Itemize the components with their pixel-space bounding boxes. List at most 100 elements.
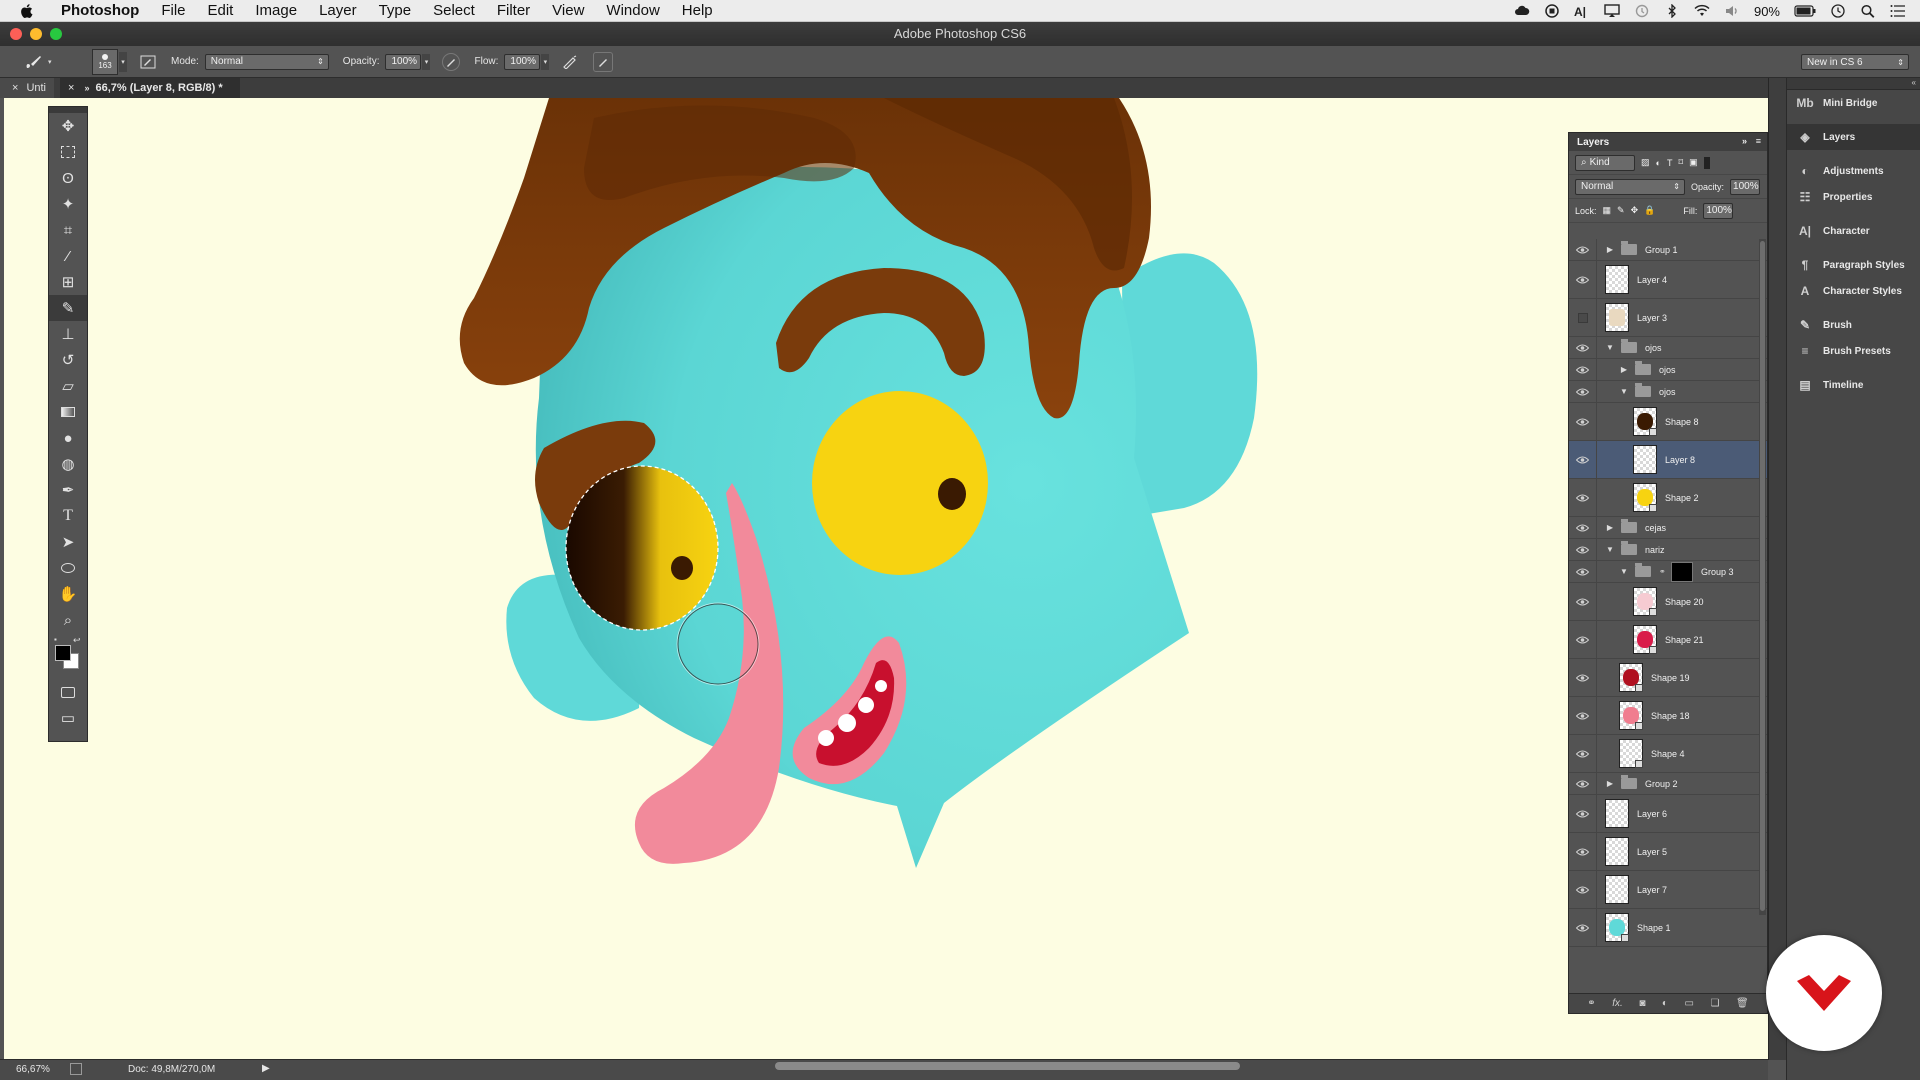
menu-filter[interactable]: Filter bbox=[486, 0, 541, 22]
menu-type[interactable]: Type bbox=[368, 0, 423, 22]
spotlight-icon[interactable] bbox=[1860, 4, 1876, 18]
visibility-toggle[interactable] bbox=[1569, 621, 1597, 658]
layer-row[interactable]: Shape 18 bbox=[1569, 697, 1767, 735]
doc-tab-untitled[interactable]: × Unti bbox=[0, 78, 54, 98]
close-tab-icon[interactable]: × bbox=[12, 82, 18, 94]
lasso-tool[interactable]: ʘ bbox=[49, 165, 87, 191]
fill-field[interactable]: 100% bbox=[1703, 202, 1734, 219]
delete-layer-icon[interactable]: 🗑 bbox=[1736, 998, 1749, 1009]
layer-row[interactable]: Shape 21 bbox=[1569, 621, 1767, 659]
horizontal-scrollbar[interactable] bbox=[775, 1062, 1240, 1070]
dock-item-layers[interactable]: ◈ Layers bbox=[1787, 124, 1920, 150]
apple-icon[interactable] bbox=[18, 2, 36, 20]
time-machine-icon[interactable] bbox=[1634, 4, 1650, 18]
eraser-tool[interactable]: ▱ bbox=[49, 373, 87, 399]
shape-tool[interactable] bbox=[49, 555, 87, 581]
visibility-toggle[interactable] bbox=[1569, 773, 1597, 794]
layer-row[interactable]: Layer 8 bbox=[1569, 441, 1767, 479]
export-icon[interactable] bbox=[70, 1063, 82, 1075]
dock-grip[interactable]: « bbox=[1787, 78, 1920, 90]
type-filter-icon[interactable]: T bbox=[1667, 158, 1673, 168]
toggle-brush-panel-button[interactable] bbox=[139, 54, 157, 70]
visibility-toggle[interactable] bbox=[1569, 735, 1597, 772]
battery-icon[interactable] bbox=[1794, 4, 1816, 18]
layer-row[interactable]: Layer 5 bbox=[1569, 833, 1767, 871]
disclosure-closed-icon[interactable]: ▶ bbox=[1605, 523, 1615, 532]
layer-thumbnail[interactable] bbox=[1633, 407, 1657, 436]
creative-cloud-icon[interactable] bbox=[1514, 4, 1530, 18]
opacity-slider-dropdown[interactable]: ▾ bbox=[422, 53, 431, 70]
visibility-toggle[interactable] bbox=[1569, 909, 1597, 946]
type-tool[interactable]: T bbox=[49, 503, 87, 529]
lock-all-icon[interactable]: 🔒 bbox=[1644, 205, 1655, 216]
menu-app-name[interactable]: Photoshop bbox=[50, 0, 150, 22]
visibility-toggle[interactable] bbox=[1569, 403, 1597, 440]
dock-item-mini-bridge[interactable]: Mb Mini Bridge bbox=[1787, 90, 1920, 116]
brush-preset-picker[interactable]: 163 bbox=[92, 48, 118, 75]
bluetooth-icon[interactable] bbox=[1664, 4, 1680, 18]
dock-item-brush[interactable]: ✎ Brush bbox=[1787, 312, 1920, 338]
visibility-toggle[interactable] bbox=[1569, 539, 1597, 560]
visibility-toggle[interactable] bbox=[1569, 697, 1597, 734]
layer-thumbnail[interactable] bbox=[1605, 799, 1629, 828]
layer-group-row[interactable]: ▶ Group 2 bbox=[1569, 773, 1767, 795]
zoom-tool[interactable]: ⌕ bbox=[49, 607, 87, 633]
layer-row[interactable]: Shape 2 bbox=[1569, 479, 1767, 517]
layer-row[interactable]: Shape 8 bbox=[1569, 403, 1767, 441]
layer-row[interactable]: Layer 7 bbox=[1569, 871, 1767, 909]
doc-tab-active[interactable]: × » 66,7% (Layer 8, RGB/8) * bbox=[60, 78, 240, 98]
filter-toggle-icon[interactable] bbox=[1703, 156, 1710, 169]
menu-file[interactable]: File bbox=[150, 0, 196, 22]
zoom-window-button[interactable] bbox=[50, 28, 62, 40]
record-icon[interactable] bbox=[1544, 4, 1560, 18]
layer-thumbnail[interactable] bbox=[1619, 701, 1643, 730]
blend-mode-select[interactable]: Normal ⇕ bbox=[1575, 178, 1685, 195]
collapse-panel-icon[interactable]: » bbox=[1742, 136, 1747, 146]
opacity-field[interactable]: 100% bbox=[385, 53, 422, 70]
quick-mask-button[interactable] bbox=[49, 679, 87, 705]
path-selection-tool[interactable]: ➤ bbox=[49, 529, 87, 555]
dock-item-brush-presets[interactable]: ≡ Brush Presets bbox=[1787, 338, 1920, 364]
layer-style-icon[interactable]: fx. bbox=[1612, 998, 1623, 1009]
disclosure-open-icon[interactable]: ▼ bbox=[1619, 567, 1629, 576]
link-layers-icon[interactable]: ⚭ bbox=[1587, 998, 1595, 1009]
new-group-icon[interactable]: ▭ bbox=[1685, 998, 1694, 1009]
menu-layer[interactable]: Layer bbox=[308, 0, 368, 22]
document-canvas[interactable] bbox=[4, 98, 1768, 1059]
tool-preset-picker[interactable]: ▾ bbox=[24, 50, 68, 74]
layers-scrollbar[interactable] bbox=[1759, 239, 1766, 915]
layer-thumbnail[interactable] bbox=[1619, 663, 1643, 692]
layer-thumbnail[interactable] bbox=[1619, 739, 1643, 768]
crop-tool[interactable]: ⌗ bbox=[49, 217, 87, 243]
layer-opacity-field[interactable]: 100% bbox=[1730, 178, 1761, 195]
disclosure-closed-icon[interactable]: ▶ bbox=[1605, 245, 1615, 254]
layer-thumbnail[interactable] bbox=[1605, 837, 1629, 866]
lock-pixels-icon[interactable]: ✎ bbox=[1617, 205, 1625, 216]
visibility-toggle[interactable] bbox=[1569, 479, 1597, 516]
notification-center-icon[interactable] bbox=[1890, 4, 1906, 18]
dock-item-properties[interactable]: ☷ Properties bbox=[1787, 184, 1920, 210]
layers-panel-title[interactable]: Layers bbox=[1577, 137, 1609, 148]
flow-slider-dropdown[interactable]: ▾ bbox=[541, 53, 550, 70]
volume-icon[interactable] bbox=[1724, 4, 1740, 18]
airbrush-button[interactable] bbox=[561, 54, 579, 70]
pen-tool[interactable]: ✒ bbox=[49, 477, 87, 503]
layer-row[interactable]: Layer 3 bbox=[1569, 299, 1767, 337]
dock-item-timeline[interactable]: ▤ Timeline bbox=[1787, 372, 1920, 398]
menu-view[interactable]: View bbox=[541, 0, 595, 22]
disclosure-open-icon[interactable]: ▼ bbox=[1605, 545, 1615, 554]
dock-item-character-styles[interactable]: A Character Styles bbox=[1787, 278, 1920, 304]
layer-group-row[interactable]: ▼ ⚭ Group 3 bbox=[1569, 561, 1767, 583]
layer-group-row[interactable]: ▼ ojos bbox=[1569, 381, 1767, 403]
visibility-toggle[interactable] bbox=[1569, 833, 1597, 870]
menu-image[interactable]: Image bbox=[244, 0, 308, 22]
flow-field[interactable]: 100% bbox=[504, 53, 541, 70]
layer-mask-thumbnail[interactable] bbox=[1671, 561, 1693, 582]
display-icon[interactable] bbox=[1604, 4, 1620, 18]
panel-dock-strip[interactable] bbox=[1768, 78, 1786, 1060]
history-brush-tool[interactable]: ↺ bbox=[49, 347, 87, 373]
zoom-level[interactable]: 66,67% bbox=[16, 1064, 50, 1075]
visibility-toggle[interactable] bbox=[1569, 239, 1597, 260]
layer-thumbnail[interactable] bbox=[1633, 625, 1657, 654]
visibility-toggle[interactable] bbox=[1569, 337, 1597, 358]
